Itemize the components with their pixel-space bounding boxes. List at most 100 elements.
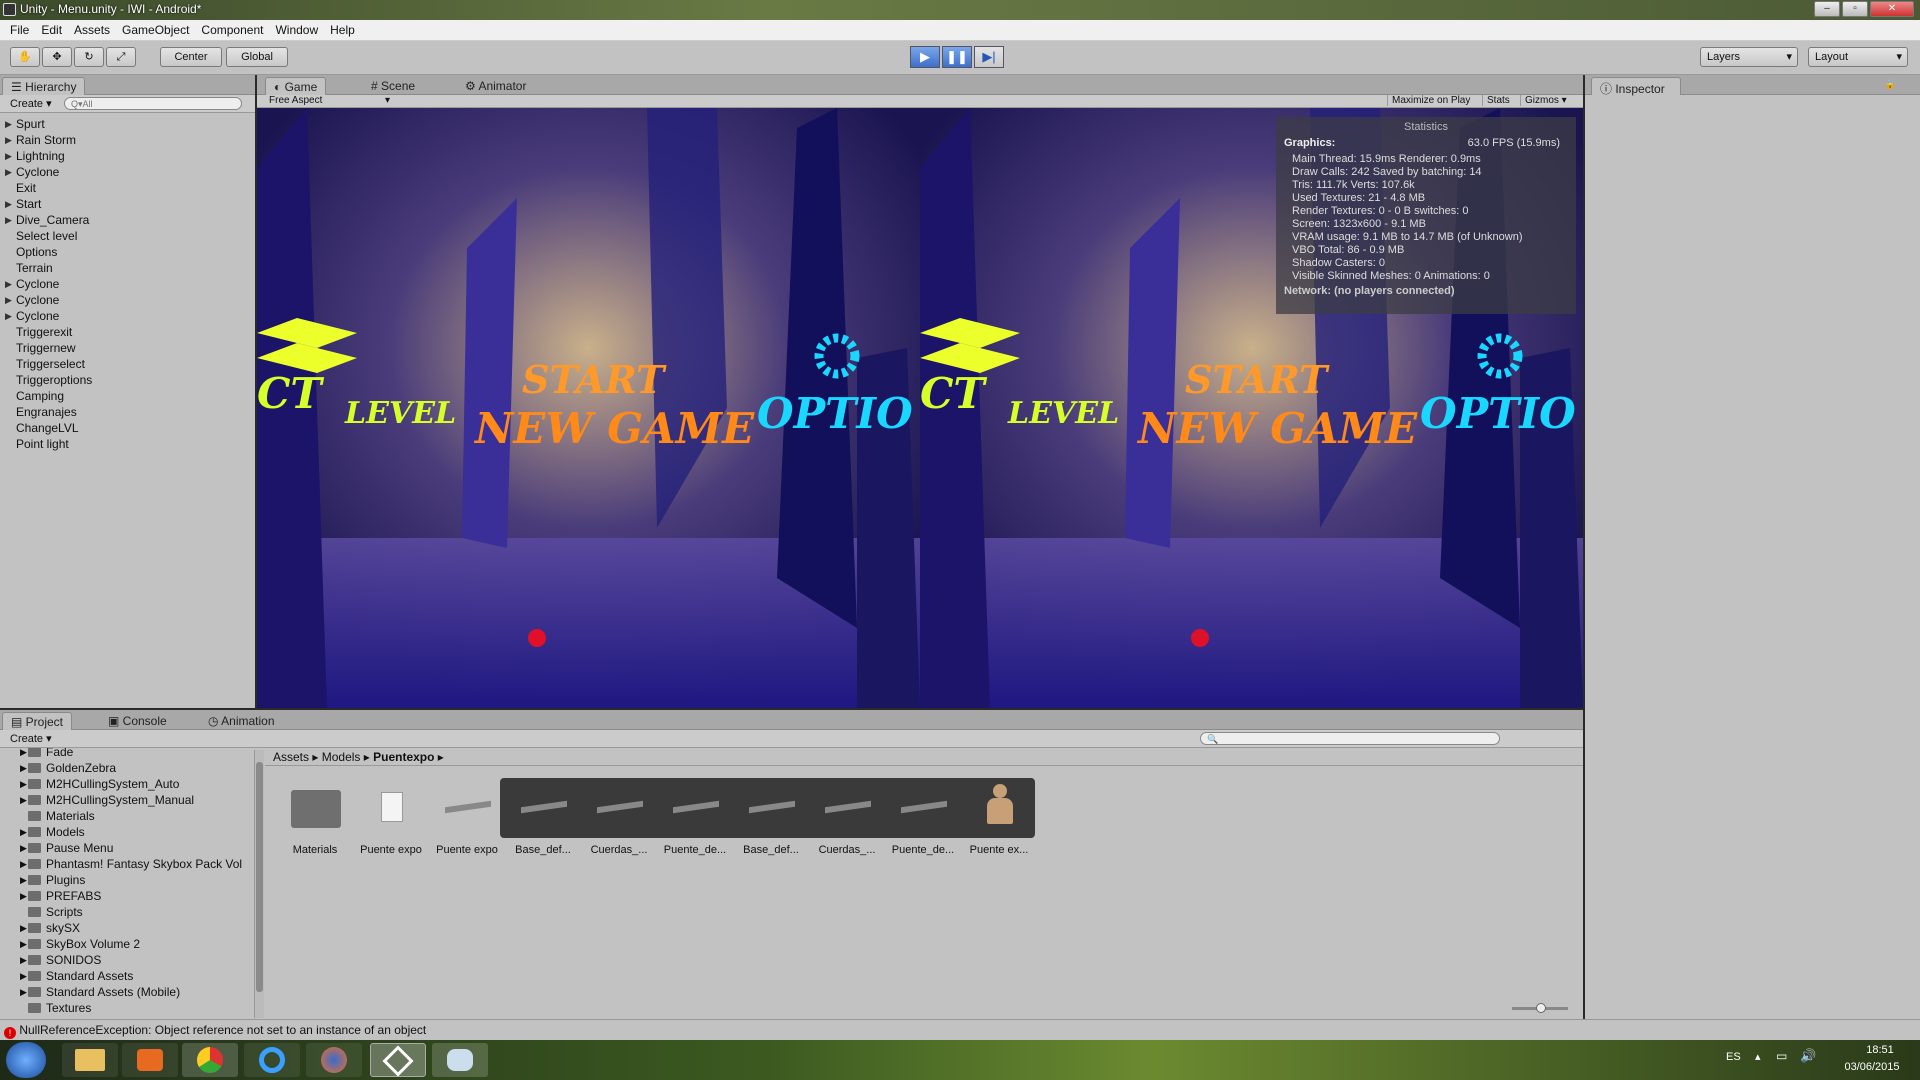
firefox-taskbar-icon[interactable] (306, 1043, 362, 1077)
asset-item[interactable]: Base_def... (505, 778, 581, 856)
expand-arrow-icon[interactable]: ▶ (20, 872, 27, 888)
maximize-on-play-toggle[interactable]: Maximize on Play (1387, 95, 1470, 106)
asset-item[interactable]: Cuerdas_... (809, 778, 885, 856)
hierarchy-item[interactable]: Exit (0, 180, 255, 196)
expand-arrow-icon[interactable]: ▶ (5, 196, 12, 212)
hierarchy-item[interactable]: ▶ Cyclone (0, 308, 255, 324)
tab-animator[interactable]: ⚙ Animator (457, 77, 534, 95)
breadcrumb-assets[interactable]: Assets (273, 750, 309, 764)
explorer-taskbar-icon[interactable] (62, 1043, 118, 1077)
asset-item[interactable]: Puente ex... (961, 778, 1037, 856)
stats-toggle[interactable]: Stats (1482, 95, 1510, 106)
tab-project[interactable]: ▤ Project (2, 712, 73, 730)
expand-arrow-icon[interactable]: ▶ (20, 984, 27, 1000)
hierarchy-item[interactable]: Camping (0, 388, 255, 404)
folder-item[interactable]: ▶ M2HCullingSystem_Auto (0, 776, 262, 792)
expand-arrow-icon[interactable]: ▶ (20, 968, 27, 984)
asset-item[interactable]: Cuerdas_... (581, 778, 657, 856)
tab-game[interactable]: ◐ Game (265, 77, 327, 95)
tab-scene[interactable]: # Scene (363, 77, 423, 95)
menu-assets[interactable]: Assets (68, 23, 116, 37)
gizmos-dropdown[interactable]: Gizmos ▾ (1520, 95, 1567, 106)
expand-arrow-icon[interactable]: ▶ (5, 212, 12, 228)
hierarchy-item[interactable]: Select level (0, 228, 255, 244)
folder-item[interactable]: ▶ Plugins (0, 872, 262, 888)
hierarchy-create-button[interactable]: Create ▾ (10, 97, 52, 110)
hierarchy-item[interactable]: Triggerselect (0, 356, 255, 372)
folder-item[interactable]: ▶ Pause Menu (0, 840, 262, 856)
tab-animation[interactable]: ◷ Animation (200, 712, 283, 730)
asset-item[interactable]: Puente expo (429, 778, 505, 856)
menu-window[interactable]: Window (269, 23, 324, 37)
hierarchy-item[interactable]: Triggernew (0, 340, 255, 356)
folder-item[interactable]: ▶ Standard Assets (0, 968, 262, 984)
project-create-button[interactable]: Create ▾ (10, 732, 52, 745)
chrome-taskbar-icon[interactable] (182, 1043, 238, 1077)
language-indicator[interactable]: ES (1726, 1051, 1741, 1063)
expand-arrow-icon[interactable]: ▶ (20, 888, 27, 904)
folder-scrollbar[interactable] (254, 750, 264, 1018)
folder-item[interactable]: ▶ Fade (0, 748, 262, 760)
hierarchy-item[interactable]: ChangeLVL (0, 420, 255, 436)
hierarchy-item[interactable]: ▶ Cyclone (0, 164, 255, 180)
move-tool-button[interactable]: ✥ (42, 47, 72, 67)
folder-item[interactable]: ▶ Phantasm! Fantasy Skybox Pack Vol (0, 856, 262, 872)
folder-item[interactable]: Scripts (0, 904, 262, 920)
clock-time[interactable]: 18:51 (1850, 1044, 1910, 1056)
hierarchy-item[interactable]: Point light (0, 436, 255, 452)
expand-arrow-icon[interactable]: ▶ (5, 292, 12, 308)
project-search-input[interactable]: 🔍 (1200, 732, 1500, 745)
tray-expand-icon[interactable]: ▴ (1755, 1050, 1761, 1063)
expand-arrow-icon[interactable]: ▶ (5, 148, 12, 164)
rotate-tool-button[interactable]: ↻ (74, 47, 104, 67)
tab-inspector[interactable]: ⓘ Inspector (1591, 77, 1681, 96)
volume-icon[interactable]: 🔊 (1800, 1048, 1816, 1064)
hierarchy-item[interactable]: ▶ Start (0, 196, 255, 212)
hierarchy-item[interactable]: Triggerexit (0, 324, 255, 340)
menu-edit[interactable]: Edit (35, 23, 68, 37)
hierarchy-item[interactable]: Options (0, 244, 255, 260)
expand-arrow-icon[interactable]: ▶ (20, 824, 27, 840)
ie-taskbar-icon[interactable] (244, 1043, 300, 1077)
breadcrumb-puentexpo[interactable]: Puentexpo (373, 750, 434, 764)
asset-item[interactable]: Materials (277, 778, 353, 856)
asset-item[interactable]: Puente_de... (657, 778, 733, 856)
paint-taskbar-icon[interactable] (432, 1043, 488, 1077)
expand-arrow-icon[interactable]: ▶ (5, 308, 12, 324)
maximize-button[interactable]: ▫ (1842, 1, 1868, 17)
expand-arrow-icon[interactable]: ▶ (20, 856, 27, 872)
folder-item[interactable]: ▶ SkyBox Volume 2 (0, 936, 262, 952)
hierarchy-item[interactable]: ▶ Dive_Camera (0, 212, 255, 228)
hierarchy-item[interactable]: ▶ Rain Storm (0, 132, 255, 148)
step-button[interactable]: ▶| (974, 46, 1004, 68)
clock-date[interactable]: 03/06/2015 (1832, 1061, 1912, 1073)
asset-item[interactable]: Puente expo (353, 778, 429, 856)
breadcrumb-models[interactable]: Models (322, 750, 361, 764)
hierarchy-item[interactable]: Engranajes (0, 404, 255, 420)
menu-help[interactable]: Help (324, 23, 361, 37)
pause-button[interactable]: ❚❚ (942, 46, 972, 68)
folder-item[interactable]: ▶ SONIDOS (0, 952, 262, 968)
hierarchy-item[interactable]: ▶ Cyclone (0, 276, 255, 292)
aspect-dropdown[interactable]: Free Aspect (269, 95, 322, 106)
hierarchy-item[interactable]: Terrain (0, 260, 255, 276)
hierarchy-item[interactable]: ▶ Spurt (0, 116, 255, 132)
zoom-slider[interactable] (1512, 1003, 1568, 1013)
pivot-center-button[interactable]: Center (160, 47, 222, 67)
expand-arrow-icon[interactable]: ▶ (20, 840, 27, 856)
expand-arrow-icon[interactable]: ▶ (5, 116, 12, 132)
folder-item[interactable]: Textures (0, 1000, 262, 1016)
expand-arrow-icon[interactable]: ▶ (5, 276, 12, 292)
hierarchy-item[interactable]: Triggeroptions (0, 372, 255, 388)
unity-taskbar-icon[interactable] (370, 1043, 426, 1077)
start-button[interactable] (6, 1042, 46, 1078)
tab-hierarchy[interactable]: ☰ Hierarchy (2, 77, 86, 95)
hand-tool-button[interactable]: ✋ (10, 47, 40, 67)
folder-item[interactable]: Materials (0, 808, 262, 824)
layers-dropdown[interactable]: Layers ▾ (1700, 47, 1798, 67)
lock-icon[interactable]: 🔒 (1885, 79, 1896, 90)
expand-arrow-icon[interactable]: ▶ (5, 132, 12, 148)
expand-arrow-icon[interactable]: ▶ (20, 776, 27, 792)
hierarchy-search-input[interactable] (64, 97, 242, 110)
expand-arrow-icon[interactable]: ▶ (20, 936, 27, 952)
